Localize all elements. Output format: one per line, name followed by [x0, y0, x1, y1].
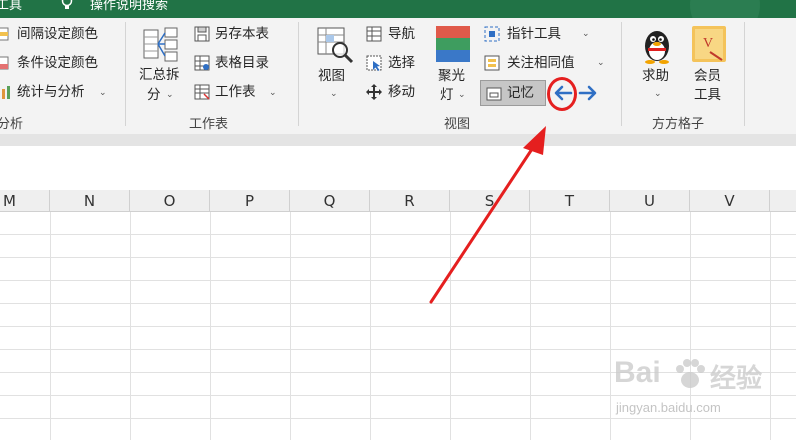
paw-icon: [676, 359, 705, 388]
pointer-tool-button[interactable]: 指针工具: [507, 25, 561, 43]
column-header-v[interactable]: V: [690, 190, 770, 212]
select-icon: [366, 55, 382, 71]
svg-text:V: V: [703, 36, 713, 51]
qq-penguin-icon: [645, 31, 669, 64]
member-tools-icon: V: [692, 26, 726, 62]
move-button[interactable]: 移动: [388, 83, 415, 101]
column-header-u[interactable]: U: [610, 190, 690, 212]
condition-color-button[interactable]: 条件设定颜色: [17, 54, 98, 72]
navigation-button[interactable]: 导航: [388, 25, 415, 43]
chevron-down-icon[interactable]: ⌄: [582, 29, 590, 39]
fangfang-group-label: 方方格子: [652, 117, 705, 132]
spotlight-button[interactable]: 聚光: [438, 67, 465, 85]
grid-line: [0, 257, 796, 258]
watermark-brand-2: 经验: [710, 363, 763, 393]
grid-line: [0, 280, 796, 281]
worksheet-group-label: 工作表: [189, 117, 229, 132]
chevron-down-icon[interactable]: ⌄: [330, 89, 338, 99]
condition-color-icon: [0, 56, 9, 70]
column-header-m[interactable]: M: [0, 190, 50, 212]
summarize-split-icon: [143, 27, 178, 62]
view-icon: [317, 27, 354, 64]
formula-bar-area: [0, 146, 796, 190]
chevron-down-icon[interactable]: ⌄: [99, 88, 107, 98]
focus-same-icon: [484, 55, 500, 71]
member-tools-label-2: 工具: [694, 87, 721, 103]
statistics-button[interactable]: 统计与分析: [17, 83, 85, 101]
sheet-catalog-button[interactable]: 表格目录: [215, 54, 269, 72]
pointer-tool-icon: [484, 26, 500, 42]
focus-same-button[interactable]: 关注相同值: [507, 54, 575, 72]
chevron-down-icon[interactable]: ⌄: [269, 88, 277, 98]
move-icon: [366, 84, 382, 100]
baidu-watermark: Bai 经验 jingyan.baidu.com: [614, 354, 794, 424]
grid-line: [0, 326, 796, 327]
group-divider: [621, 22, 622, 126]
member-tools-button[interactable]: 会员: [694, 67, 721, 85]
chevron-down-icon[interactable]: ⌄: [166, 90, 174, 100]
column-header-n[interactable]: N: [50, 190, 130, 212]
worksheet-icon: [194, 84, 210, 100]
title-left-text: 工具: [0, 0, 23, 13]
column-header-row: M N O P Q R S T U V: [0, 190, 796, 212]
column-header-r[interactable]: R: [370, 190, 450, 212]
statistics-icon: [2, 86, 10, 99]
summarize-split-label-2: 分: [147, 87, 161, 103]
spotlight-icon: [436, 26, 470, 62]
column-header-s[interactable]: S: [450, 190, 530, 212]
group-divider: [125, 22, 126, 126]
ribbon-border: [0, 134, 796, 146]
grid-line: [0, 234, 796, 235]
navigation-icon: [366, 26, 382, 42]
view-button[interactable]: 视图: [318, 67, 345, 85]
group-divider: [744, 22, 745, 126]
column-header-o[interactable]: O: [130, 190, 210, 212]
grid-line: [0, 349, 796, 350]
sheet-catalog-icon: [194, 55, 210, 71]
annotation-circle: [547, 77, 577, 111]
watermark-brand: Bai: [614, 356, 661, 389]
save-sheet-button[interactable]: 另存本表: [215, 25, 269, 43]
summarize-split-button[interactable]: 汇总拆: [139, 66, 180, 84]
memory-label: 记忆: [507, 85, 534, 101]
forward-arrow-icon[interactable]: [578, 84, 598, 102]
column-header-p[interactable]: P: [210, 190, 290, 212]
interval-color-icon: [0, 27, 9, 41]
interval-color-button[interactable]: 间隔设定颜色: [17, 25, 98, 43]
help-button[interactable]: 求助: [642, 67, 669, 85]
group-divider: [298, 22, 299, 126]
spotlight-label-2: 灯: [440, 87, 454, 103]
title-decoration: [690, 0, 760, 18]
tell-me-search[interactable]: 操作说明搜索: [90, 0, 168, 13]
select-button[interactable]: 选择: [388, 54, 415, 72]
save-sheet-icon: [194, 26, 210, 42]
analysis-group-label: 分析: [0, 117, 24, 132]
title-bar: 工具 操作说明搜索: [0, 0, 796, 18]
chevron-down-icon[interactable]: ⌄: [597, 58, 605, 68]
chevron-down-icon[interactable]: ⌄: [458, 90, 466, 100]
chevron-down-icon[interactable]: ⌄: [654, 89, 662, 99]
grid-line: [0, 303, 796, 304]
column-header-q[interactable]: Q: [290, 190, 370, 212]
memory-icon: [486, 87, 502, 101]
column-header-t[interactable]: T: [530, 190, 610, 212]
worksheet-button[interactable]: 工作表: [215, 83, 256, 101]
watermark-url: jingyan.baidu.com: [616, 400, 721, 415]
lightbulb-icon: [61, 0, 73, 9]
view-group-label: 视图: [444, 117, 471, 132]
